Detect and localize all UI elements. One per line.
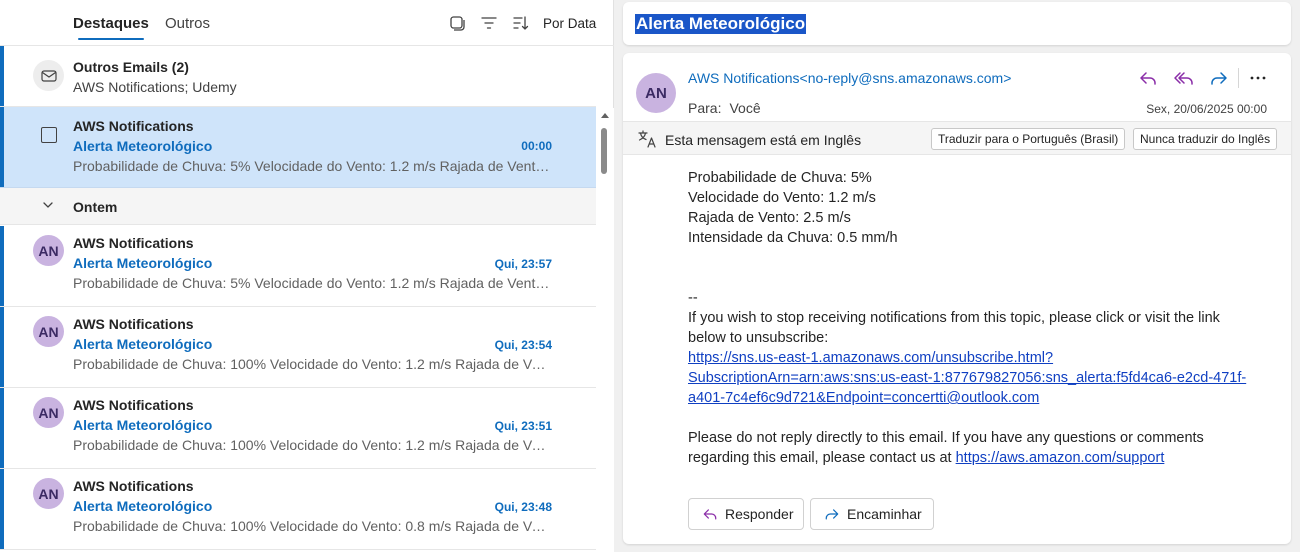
group-header-yesterday[interactable]: Ontem <box>0 188 596 225</box>
list-item-subject: Alerta Meteorológico <box>73 498 213 514</box>
forward-button[interactable]: Encaminhar <box>810 498 934 530</box>
list-item-preview: Probabilidade de Chuva: 100% Velocidade … <box>73 437 553 453</box>
reply-all-icon[interactable] <box>1173 67 1195 89</box>
avatar: AN <box>33 235 64 266</box>
list-item-subject: Alerta Meteorológico <box>73 255 213 271</box>
list-item-subject: Alerta Meteorológico <box>73 138 213 154</box>
list-item-time: 00:00 <box>521 139 552 153</box>
list-item-time: Qui, 23:57 <box>494 257 552 271</box>
message-date: Sex, 20/06/2025 00:00 <box>1146 102 1267 116</box>
list-item-selected[interactable]: AWS Notifications Alerta Meteorológico 0… <box>0 107 596 188</box>
avatar: AN <box>33 316 64 347</box>
avatar: AN <box>33 478 64 509</box>
translation-message: Esta mensagem está em Inglês <box>665 132 862 148</box>
tab-other[interactable]: Outros <box>165 15 210 32</box>
list-scrollbar[interactable] <box>596 108 614 552</box>
list-item-sender: AWS Notifications <box>73 478 194 494</box>
unread-indicator <box>0 469 4 549</box>
body-line: regarding this email, please contact us … <box>688 450 952 466</box>
list-item-subject: Alerta Meteorológico <box>73 336 213 352</box>
body-line: Velocidade do Vento: 1.2 m/s <box>688 190 876 206</box>
scrollbar-thumb[interactable] <box>601 128 607 174</box>
unsubscribe-link[interactable]: a401-7c4ef6c9d721&Endpoint=concertti@out… <box>688 390 1039 406</box>
reply-button-label: Responder <box>725 506 794 522</box>
forward-icon[interactable] <box>1208 67 1230 89</box>
translation-bar: Esta mensagem está em Inglês Traduzir pa… <box>623 121 1291 155</box>
unsubscribe-link[interactable]: SubscriptionArn=arn:aws:sns:us-east-1:87… <box>688 370 1246 386</box>
other-emails-senders: AWS Notifications; Udemy <box>73 79 237 95</box>
body-line: Probabilidade de Chuva: 5% <box>688 170 872 186</box>
list-item-time: Qui, 23:54 <box>494 338 552 352</box>
translate-icon <box>638 130 656 148</box>
more-actions-icon[interactable] <box>1247 67 1269 89</box>
list-item-preview: Probabilidade de Chuva: 5% Velocidade do… <box>73 158 553 174</box>
active-tab-indicator <box>78 38 144 40</box>
signature-separator: -- <box>688 290 698 306</box>
select-mode-icon[interactable] <box>448 14 466 32</box>
list-item-preview: Probabilidade de Chuva: 100% Velocidade … <box>73 356 553 372</box>
message-list-pane: Destaques Outros Por Data Outros Emails … <box>0 0 614 552</box>
to-value[interactable]: Você <box>729 100 760 116</box>
message-list: Outros Emails (2) AWS Notifications; Ude… <box>0 46 614 552</box>
message-card: AN AWS Notifications<no-reply@sns.amazon… <box>623 53 1291 544</box>
sender-avatar: AN <box>636 73 676 113</box>
sender-name[interactable]: AWS Notifications<no-reply@sns.amazonaws… <box>688 70 1011 86</box>
reply-icon[interactable] <box>1137 67 1159 89</box>
page-title: Alerta Meteorológico <box>635 14 807 34</box>
body-line: Rajada de Vento: 2.5 m/s <box>688 210 851 226</box>
translate-button[interactable]: Traduzir para o Português (Brasil) <box>931 128 1126 150</box>
message-body: Probabilidade de Chuva: 5% Velocidade do… <box>688 168 1248 468</box>
list-item-preview: Probabilidade de Chuva: 5% Velocidade do… <box>73 275 553 291</box>
reply-button[interactable]: Responder <box>688 498 804 530</box>
list-header: Destaques Outros Por Data <box>0 0 614 46</box>
unread-indicator <box>0 226 4 306</box>
list-item[interactable]: AN AWS Notifications Alerta Meteorológic… <box>0 469 596 550</box>
sort-by-date-button[interactable]: Por Data <box>543 16 596 31</box>
list-item-time: Qui, 23:51 <box>494 419 552 433</box>
other-emails-row[interactable]: Outros Emails (2) AWS Notifications; Ude… <box>0 46 596 107</box>
list-item-sender: AWS Notifications <box>73 316 194 332</box>
chevron-down-icon[interactable] <box>42 199 54 211</box>
body-line: Please do not reply directly to this ema… <box>688 430 1204 446</box>
envelope-icon <box>33 60 64 91</box>
support-link[interactable]: https://aws.amazon.com/support <box>956 450 1165 466</box>
body-line: If you wish to stop receiving notificati… <box>688 310 1220 326</box>
body-line: below to unsubscribe: <box>688 330 829 346</box>
forward-button-label: Encaminhar <box>847 506 922 522</box>
scroll-up-arrow-icon[interactable] <box>601 113 609 118</box>
unsubscribe-link[interactable]: https://sns.us-east-1.amazonaws.com/unsu… <box>688 350 1053 366</box>
list-item-time: Qui, 23:48 <box>494 500 552 514</box>
forward-icon <box>825 509 839 520</box>
other-emails-title: Outros Emails (2) <box>73 59 189 75</box>
select-checkbox[interactable] <box>41 127 57 143</box>
to-label: Para: <box>688 100 722 116</box>
list-item-subject: Alerta Meteorológico <box>73 417 213 433</box>
group-label: Ontem <box>73 199 118 215</box>
list-item[interactable]: AN AWS Notifications Alerta Meteorológic… <box>0 388 596 469</box>
list-item-preview: Probabilidade de Chuva: 100% Velocidade … <box>73 518 553 534</box>
unread-indicator <box>0 388 4 468</box>
never-translate-button[interactable]: Nunca traduzir do Inglês <box>1133 128 1278 150</box>
body-line: Intensidade da Chuva: 0.5 mm/h <box>688 230 898 246</box>
unread-indicator <box>0 46 4 106</box>
toolbar-divider <box>1238 68 1239 88</box>
list-item-sender: AWS Notifications <box>73 235 194 251</box>
sort-icon[interactable] <box>512 14 530 32</box>
reply-icon <box>703 509 717 520</box>
filter-icon[interactable] <box>480 14 498 32</box>
tab-focused[interactable]: Destaques <box>73 15 149 32</box>
unread-indicator <box>0 107 4 187</box>
list-item-sender: AWS Notifications <box>73 118 194 134</box>
list-item[interactable]: AN AWS Notifications Alerta Meteorológic… <box>0 226 596 307</box>
recipients-line: Para: Você <box>688 100 761 116</box>
avatar: AN <box>33 397 64 428</box>
list-item[interactable]: AN AWS Notifications Alerta Meteorológic… <box>0 307 596 388</box>
unread-indicator <box>0 307 4 387</box>
subject-header: Alerta Meteorológico <box>623 2 1291 45</box>
list-item-sender: AWS Notifications <box>73 397 194 413</box>
